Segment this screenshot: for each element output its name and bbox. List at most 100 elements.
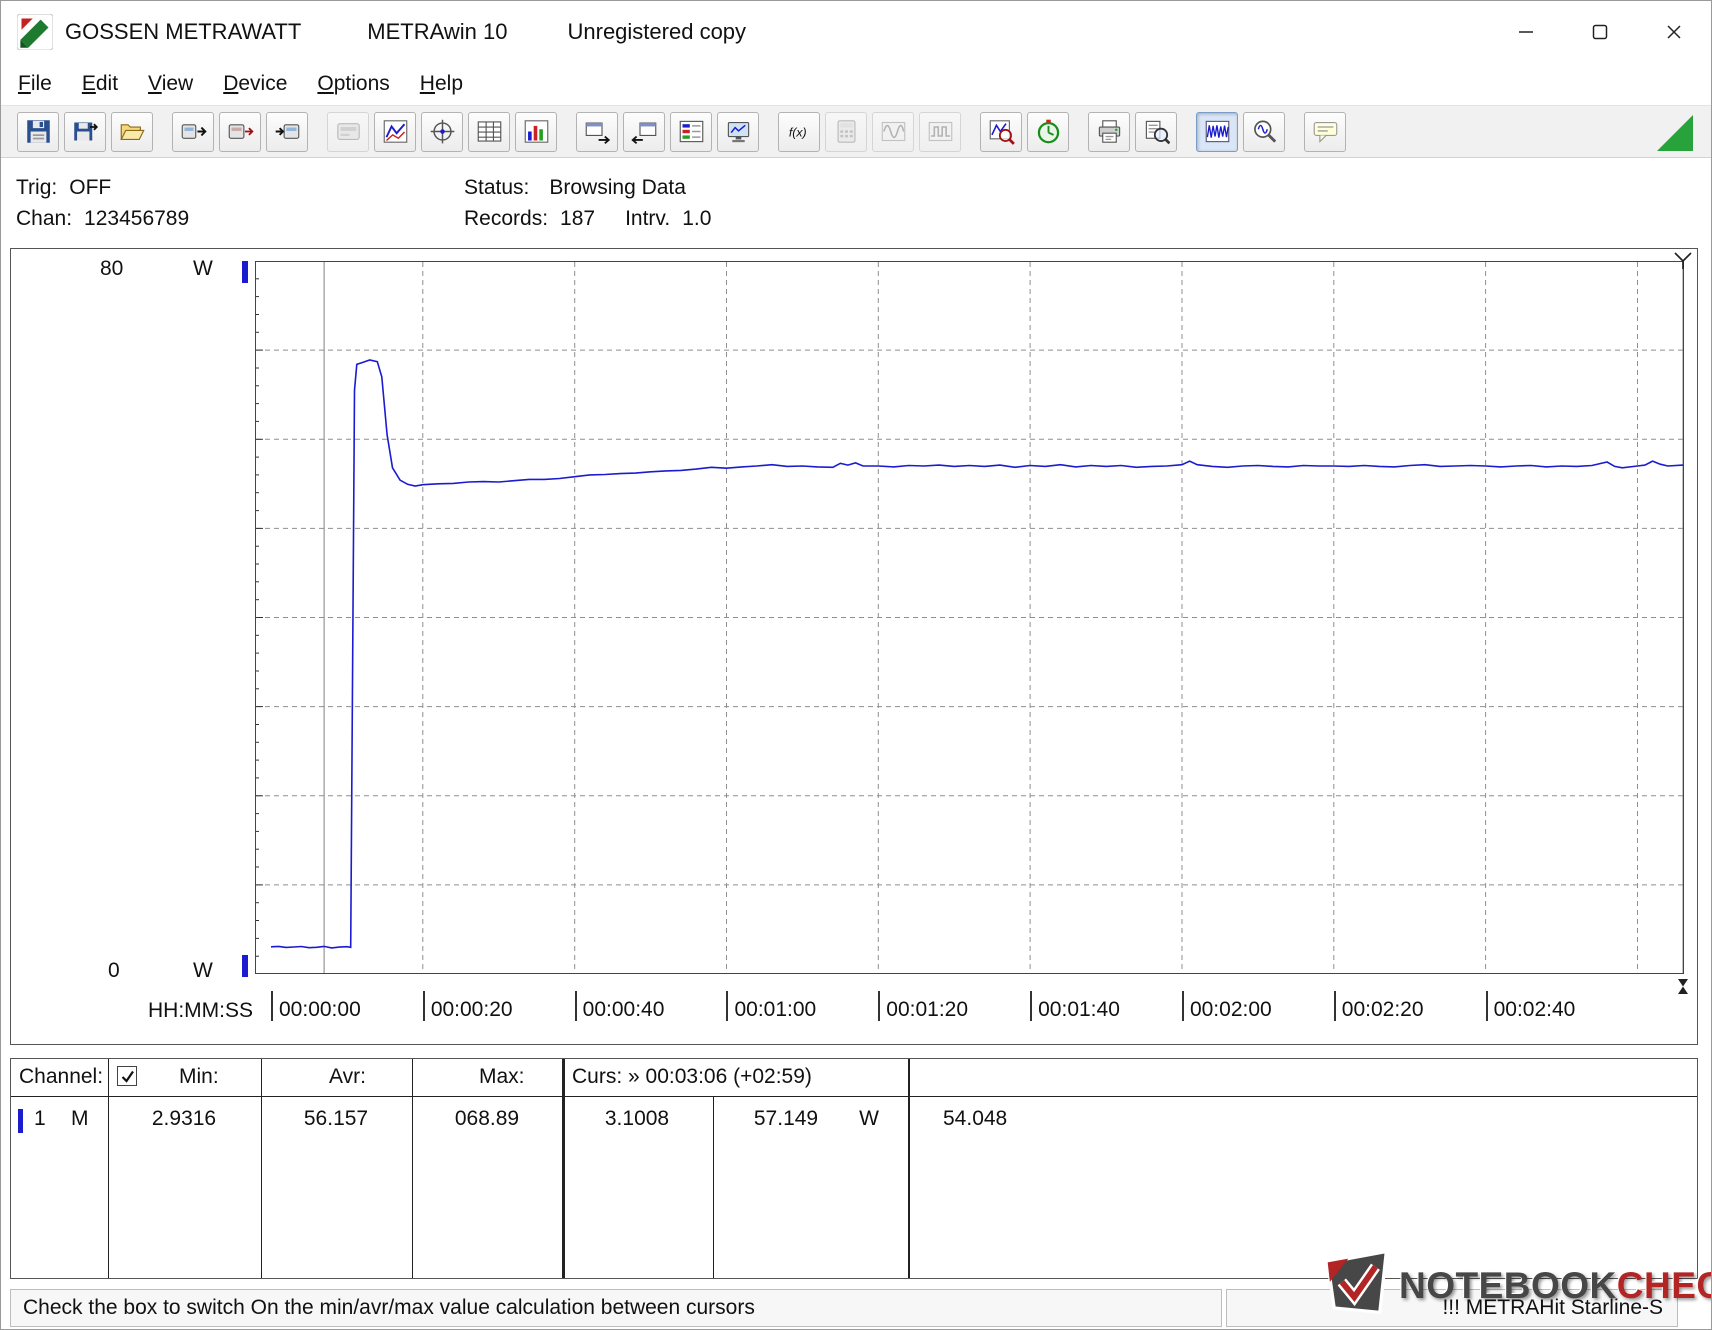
max-header: Max: xyxy=(479,1065,525,1088)
trig-label: Trig: xyxy=(16,176,58,199)
line-chart-icon[interactable] xyxy=(374,111,416,152)
y-axis-min-label: 0 xyxy=(108,959,120,982)
records-label: Records: xyxy=(464,207,549,230)
x-axis-tick: 00:01:00 xyxy=(726,991,816,1022)
cursor1-value: 3.1008 xyxy=(604,1107,670,1130)
records-value: 187 xyxy=(560,207,596,230)
menu-help[interactable]: Help xyxy=(405,67,478,101)
window-controls xyxy=(1489,1,1711,63)
device-memory-icon[interactable] xyxy=(219,111,261,152)
toolbar-group xyxy=(172,111,308,152)
x-axis-tick: 00:01:40 xyxy=(1030,991,1120,1022)
plot-area[interactable] xyxy=(255,261,1684,974)
svg-text:f(x): f(x) xyxy=(788,126,806,140)
menu-file[interactable]: File xyxy=(3,67,67,101)
notebookcheck-logo-icon xyxy=(1319,1245,1395,1326)
save-icon[interactable] xyxy=(17,111,59,152)
delta-value: 54.048 xyxy=(943,1107,1008,1130)
minmax-calc-checkbox[interactable] xyxy=(117,1066,137,1086)
table-separator xyxy=(412,1059,413,1278)
app-logo-icon xyxy=(16,13,54,51)
trig-value: OFF xyxy=(69,176,112,199)
x-axis-tick: 00:00:00 xyxy=(271,991,361,1022)
interval-value: 1.0 xyxy=(682,207,712,230)
export-window-icon[interactable] xyxy=(576,111,618,152)
device-read-icon[interactable] xyxy=(172,111,214,152)
table-separator xyxy=(261,1059,262,1278)
import-window-icon[interactable] xyxy=(623,111,665,152)
card-reader-icon[interactable] xyxy=(327,111,369,152)
table-separator xyxy=(713,1096,714,1278)
channel-1-marker xyxy=(18,1109,23,1133)
menu-options[interactable]: Options xyxy=(302,67,404,101)
menubar: File Edit View Device Options Help xyxy=(1,63,1711,105)
maximize-button[interactable] xyxy=(1563,1,1637,63)
menu-view[interactable]: View xyxy=(133,67,208,101)
tooltip-icon[interactable] xyxy=(1304,111,1346,152)
toolbar-group xyxy=(1088,111,1177,152)
chan-value: 123456789 xyxy=(84,207,190,230)
print-icon[interactable] xyxy=(1088,111,1130,152)
device-write-icon[interactable] xyxy=(266,111,308,152)
avr-header: Avr: xyxy=(329,1065,366,1088)
menu-device[interactable]: Device xyxy=(208,67,302,101)
records-status: Records: 187 Intrv. 1.0 xyxy=(464,207,711,231)
zoom-chart-icon[interactable] xyxy=(980,111,1022,152)
waveform-gen-icon[interactable] xyxy=(919,111,961,152)
save-as-icon[interactable] xyxy=(64,111,106,152)
channel-marker-bottom xyxy=(242,955,248,977)
table-separator xyxy=(908,1059,910,1278)
cursor2-value: 57.149 xyxy=(753,1107,819,1130)
minimize-button[interactable] xyxy=(1489,1,1563,63)
titlebar: GOSSEN METRAWATT METRAwin 10 Unregistere… xyxy=(1,1,1711,63)
window-app-title: METRAwin 10 xyxy=(367,19,508,44)
data-table-icon[interactable] xyxy=(468,111,510,152)
chart-panel: 80 W 0 W HH:MM:SS 00:00:00 00:00:20 00:00:… xyxy=(10,248,1698,1045)
timer-icon[interactable] xyxy=(1027,111,1069,152)
app-window: GOSSEN METRAWATT METRAwin 10 Unregistere… xyxy=(0,0,1712,1330)
toolbar: f(x) xyxy=(1,105,1711,158)
table-separator xyxy=(108,1059,109,1278)
green-triangle-indicator-icon xyxy=(1657,115,1693,151)
cursor-handle-top[interactable] xyxy=(1673,251,1693,274)
chan-label: Chan: xyxy=(16,207,73,230)
statusbar-hint-pane: Check the box to switch On the min/avr/m… xyxy=(10,1289,1222,1327)
wave-zoom-icon[interactable] xyxy=(1196,111,1238,152)
recording-status: Status: Browsing Data xyxy=(464,176,686,200)
interval-label: Intrv. xyxy=(625,207,671,230)
x-axis-tick: 00:00:40 xyxy=(574,991,664,1022)
search-wave-icon[interactable] xyxy=(1243,111,1285,152)
formula-icon[interactable]: f(x) xyxy=(778,111,820,152)
channel-header: Channel: xyxy=(19,1065,104,1088)
toolbar-group xyxy=(327,111,557,152)
x-axis-tick: 00:02:40 xyxy=(1485,991,1575,1022)
toolbar-group xyxy=(1196,111,1285,152)
trigger-status: Trig: OFF xyxy=(16,176,111,200)
min-value: 2.9316 xyxy=(151,1107,217,1130)
x-axis-tick: 00:01:20 xyxy=(878,991,968,1022)
menu-edit[interactable]: Edit xyxy=(67,67,133,101)
print-preview-icon[interactable] xyxy=(1135,111,1177,152)
waveform-icon[interactable] xyxy=(872,111,914,152)
y-axis-unit-top: W xyxy=(193,257,213,280)
notebookcheck-text: NOTEBOOKCHECK xyxy=(1399,1264,1711,1306)
monitor-icon[interactable] xyxy=(717,111,759,152)
notebookcheck-watermark: NOTEBOOKCHECK xyxy=(1319,1245,1711,1326)
close-button[interactable] xyxy=(1637,1,1711,63)
channel-setup-icon[interactable] xyxy=(670,111,712,152)
x-axis-tick: 00:02:20 xyxy=(1333,991,1424,1022)
calculator-icon[interactable] xyxy=(825,111,867,152)
avr-value: 56.157 xyxy=(303,1107,369,1130)
cursor-header: Curs: » 00:03:06 (+02:59) xyxy=(572,1065,812,1088)
channel-status: Chan: 123456789 xyxy=(16,207,189,231)
open-icon[interactable] xyxy=(111,111,153,152)
channel-mode: M xyxy=(71,1107,89,1130)
bar-chart-icon[interactable] xyxy=(515,111,557,152)
channel-number: 1 xyxy=(34,1107,46,1130)
y-axis-unit-bottom: W xyxy=(193,959,213,982)
toolbar-group xyxy=(1304,111,1346,152)
crosshair-icon[interactable] xyxy=(421,111,463,152)
y-axis-max-label: 80 xyxy=(100,257,124,280)
table-header-divider xyxy=(11,1096,1697,1097)
x-axis: HH:MM:SS 00:00:00 00:00:20 00:00:40 00:01:0… xyxy=(11,991,1697,1027)
